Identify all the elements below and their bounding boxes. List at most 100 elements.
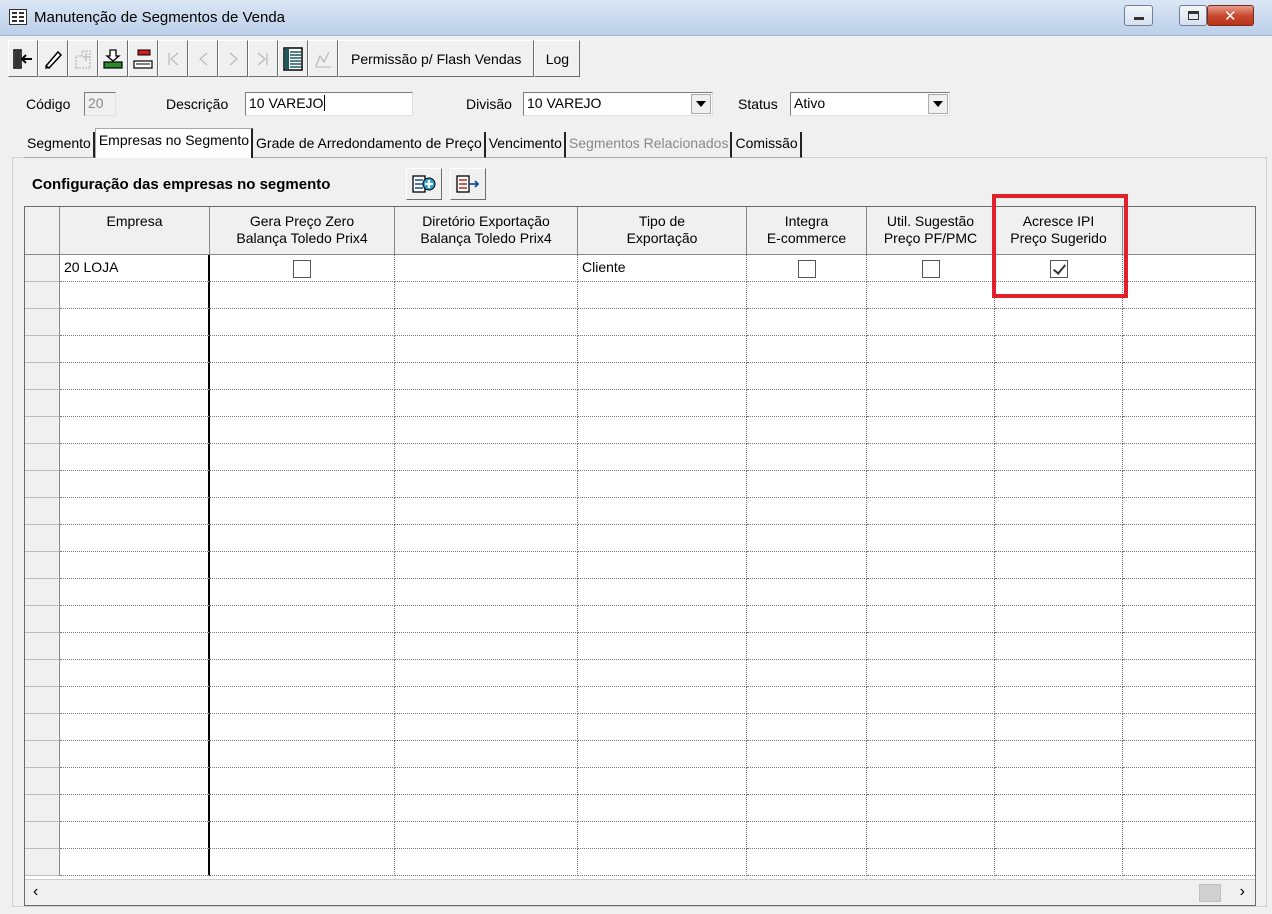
cell-tipo-exportacao[interactable]: Cliente: [578, 255, 747, 282]
row-indicator[interactable]: [25, 390, 60, 417]
log-button[interactable]: Log: [534, 40, 581, 77]
col-diretorio-exportacao[interactable]: Diretório Exportação Balança Toledo Prix4: [395, 207, 578, 255]
empty-cell[interactable]: [60, 633, 210, 660]
empty-cell[interactable]: [210, 552, 395, 579]
empty-cell[interactable]: [995, 444, 1123, 471]
maximize-button[interactable]: [1179, 5, 1207, 26]
integra-ecommerce-checkbox[interactable]: [797, 260, 816, 278]
empty-cell[interactable]: [578, 282, 747, 309]
save-button[interactable]: [98, 40, 128, 77]
empty-cell[interactable]: [867, 336, 995, 363]
empty-cell[interactable]: [578, 336, 747, 363]
row-indicator[interactable]: [25, 768, 60, 795]
empty-table-row[interactable]: [25, 552, 1255, 579]
empty-cell[interactable]: [867, 714, 995, 741]
empty-cell[interactable]: [210, 714, 395, 741]
empty-cell[interactable]: [747, 795, 867, 822]
empty-cell[interactable]: [1123, 741, 1255, 768]
empty-cell[interactable]: [60, 606, 210, 633]
row-indicator[interactable]: [25, 633, 60, 660]
empty-cell[interactable]: [395, 336, 578, 363]
empty-cell[interactable]: [1123, 336, 1255, 363]
empty-cell[interactable]: [1123, 687, 1255, 714]
next-record-button[interactable]: [218, 40, 248, 77]
empty-cell[interactable]: [867, 849, 995, 876]
empty-cell[interactable]: [995, 579, 1123, 606]
empty-cell[interactable]: [1123, 498, 1255, 525]
empty-cell[interactable]: [210, 309, 395, 336]
empty-table-row[interactable]: [25, 741, 1255, 768]
empty-cell[interactable]: [210, 579, 395, 606]
row-indicator[interactable]: [25, 471, 60, 498]
row-indicator[interactable]: [25, 741, 60, 768]
empty-table-row[interactable]: [25, 309, 1255, 336]
empty-cell[interactable]: [995, 525, 1123, 552]
exit-button[interactable]: [8, 40, 38, 77]
empty-cell[interactable]: [210, 336, 395, 363]
empty-cell[interactable]: [1123, 552, 1255, 579]
empty-cell[interactable]: [747, 687, 867, 714]
row-indicator[interactable]: [25, 417, 60, 444]
empty-cell[interactable]: [995, 417, 1123, 444]
empty-cell[interactable]: [210, 687, 395, 714]
empty-cell[interactable]: [747, 525, 867, 552]
empty-cell[interactable]: [747, 822, 867, 849]
empty-cell[interactable]: [60, 282, 210, 309]
empty-cell[interactable]: [995, 309, 1123, 336]
row-indicator[interactable]: [25, 282, 60, 309]
empty-table-row[interactable]: [25, 714, 1255, 741]
flash-vendas-permission-button[interactable]: Permissão p/ Flash Vendas: [338, 40, 535, 77]
empty-cell[interactable]: [395, 714, 578, 741]
empty-cell[interactable]: [60, 714, 210, 741]
empty-table-row[interactable]: [25, 282, 1255, 309]
col-util-sugestao[interactable]: Util. Sugestão Preço PF/PMC: [867, 207, 995, 255]
empty-cell[interactable]: [395, 822, 578, 849]
empty-cell[interactable]: [867, 687, 995, 714]
empty-cell[interactable]: [867, 390, 995, 417]
empty-cell[interactable]: [578, 741, 747, 768]
divisao-dropdown-icon[interactable]: [691, 94, 711, 114]
empty-cell[interactable]: [210, 363, 395, 390]
empty-cell[interactable]: [995, 633, 1123, 660]
empty-cell[interactable]: [995, 552, 1123, 579]
empty-cell[interactable]: [395, 849, 578, 876]
empty-cell[interactable]: [60, 849, 210, 876]
col-integra-ecommerce[interactable]: Integra E-commerce: [747, 207, 867, 255]
empty-cell[interactable]: [867, 309, 995, 336]
row-indicator[interactable]: [25, 714, 60, 741]
empty-table-row[interactable]: [25, 471, 1255, 498]
empty-cell[interactable]: [395, 795, 578, 822]
empty-cell[interactable]: [1123, 417, 1255, 444]
status-dropdown-icon[interactable]: [928, 94, 948, 114]
gera-preco-zero-checkbox[interactable]: [293, 260, 311, 278]
empty-cell[interactable]: [747, 444, 867, 471]
empty-cell[interactable]: [995, 363, 1123, 390]
empty-table-row[interactable]: [25, 606, 1255, 633]
empty-cell[interactable]: [395, 768, 578, 795]
empty-cell[interactable]: [60, 498, 210, 525]
empty-cell[interactable]: [395, 633, 578, 660]
empty-cell[interactable]: [867, 606, 995, 633]
empty-cell[interactable]: [210, 849, 395, 876]
empty-table-row[interactable]: [25, 660, 1255, 687]
empty-cell[interactable]: [60, 660, 210, 687]
empty-cell[interactable]: [995, 660, 1123, 687]
empty-cell[interactable]: [867, 660, 995, 687]
cell-util-sugestao[interactable]: [867, 255, 995, 282]
empty-cell[interactable]: [60, 417, 210, 444]
empty-cell[interactable]: [395, 282, 578, 309]
last-record-button[interactable]: [248, 40, 278, 77]
empty-cell[interactable]: [60, 822, 210, 849]
empty-cell[interactable]: [60, 363, 210, 390]
chart-button[interactable]: [308, 40, 338, 77]
empty-cell[interactable]: [867, 444, 995, 471]
first-record-button[interactable]: [158, 40, 188, 77]
empty-cell[interactable]: [995, 822, 1123, 849]
empty-cell[interactable]: [210, 525, 395, 552]
edit-button[interactable]: [38, 40, 68, 77]
empty-cell[interactable]: [210, 660, 395, 687]
empty-cell[interactable]: [867, 741, 995, 768]
empty-table-row[interactable]: [25, 363, 1255, 390]
empty-cell[interactable]: [867, 471, 995, 498]
minimize-button[interactable]: [1124, 5, 1153, 26]
